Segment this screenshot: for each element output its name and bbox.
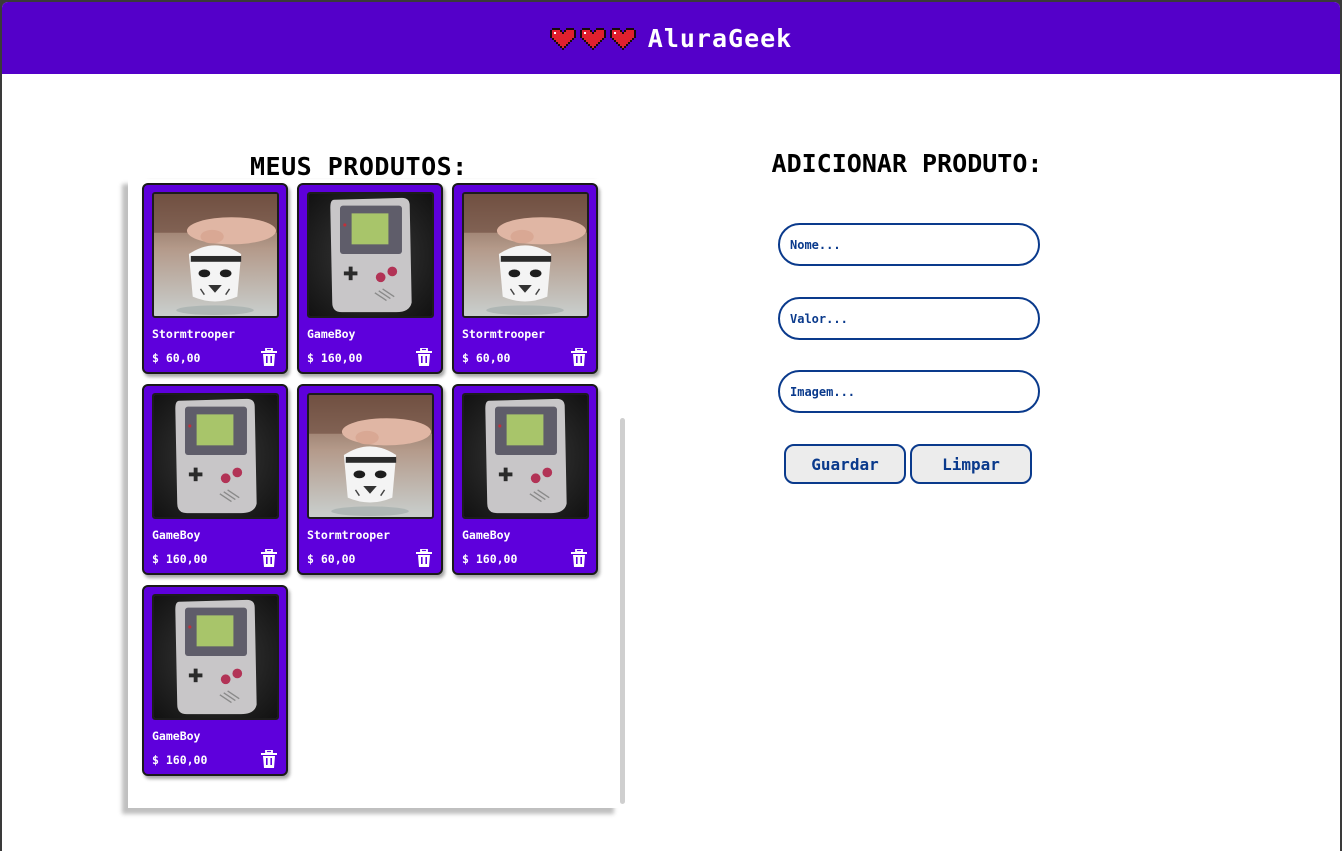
- product-price: $ 160,00: [307, 351, 363, 365]
- gameboy-image: [154, 596, 277, 718]
- pixel-heart-icon: [549, 28, 576, 50]
- product-price: $ 60,00: [307, 552, 356, 566]
- product-card: Stormtrooper $ 60,00: [297, 384, 443, 575]
- trash-icon[interactable]: [416, 549, 432, 567]
- trash-icon[interactable]: [571, 348, 587, 366]
- stormtrooper-mug-image: [154, 194, 277, 316]
- name-input[interactable]: [778, 223, 1040, 266]
- product-name: Stormtrooper: [152, 327, 236, 341]
- product-card: Stormtrooper $ 60,00: [452, 183, 598, 374]
- product-image: [152, 393, 279, 519]
- image-input[interactable]: [778, 370, 1040, 413]
- browser-viewport: AluraGeek MEUS PRODUTOS: Stormtrooper $ …: [2, 2, 1340, 851]
- product-price: $ 160,00: [152, 552, 208, 566]
- product-image: [152, 594, 279, 720]
- stormtrooper-mug-image: [464, 194, 587, 316]
- products-scrollbar[interactable]: [620, 418, 625, 804]
- pixel-heart-icon: [609, 28, 636, 50]
- product-card: GameBoy $ 160,00: [142, 585, 288, 776]
- value-input[interactable]: [778, 297, 1040, 340]
- product-image: [462, 393, 589, 519]
- brand[interactable]: AluraGeek: [549, 23, 793, 53]
- products-section-title: MEUS PRODUTOS:: [250, 152, 468, 181]
- trash-icon[interactable]: [261, 549, 277, 567]
- product-price: $ 160,00: [462, 552, 518, 566]
- product-name: GameBoy: [152, 528, 201, 542]
- clear-button[interactable]: Limpar: [910, 444, 1032, 484]
- pixel-heart-icon: [579, 28, 606, 50]
- product-price: $ 160,00: [152, 753, 208, 767]
- product-image: [152, 192, 279, 318]
- trash-icon[interactable]: [571, 549, 587, 567]
- product-price: $ 60,00: [152, 351, 201, 365]
- save-button[interactable]: Guardar: [784, 444, 906, 484]
- product-name: GameBoy: [152, 729, 201, 743]
- product-image: [307, 393, 434, 519]
- site-header: AluraGeek: [2, 2, 1340, 74]
- product-name: GameBoy: [462, 528, 511, 542]
- product-name: Stormtrooper: [307, 528, 391, 542]
- product-card: GameBoy $ 160,00: [452, 384, 598, 575]
- product-price: $ 60,00: [462, 351, 511, 365]
- trash-icon[interactable]: [261, 348, 277, 366]
- gameboy-image: [309, 194, 432, 316]
- product-card: GameBoy $ 160,00: [142, 384, 288, 575]
- gameboy-image: [154, 395, 277, 517]
- brand-name: AluraGeek: [647, 23, 793, 53]
- stormtrooper-mug-image: [309, 395, 432, 517]
- gameboy-image: [464, 395, 587, 517]
- trash-icon[interactable]: [416, 348, 432, 366]
- products-grid: Stormtrooper $ 60,00 GameBoy $ 160,00 St…: [142, 178, 602, 776]
- trash-icon[interactable]: [261, 750, 277, 768]
- products-list[interactable]: Stormtrooper $ 60,00 GameBoy $ 160,00 St…: [128, 178, 620, 808]
- product-card: Stormtrooper $ 60,00: [142, 183, 288, 374]
- product-image: [462, 192, 589, 318]
- product-card: GameBoy $ 160,00: [297, 183, 443, 374]
- product-name: Stormtrooper: [462, 327, 546, 341]
- product-name: GameBoy: [307, 327, 356, 341]
- form-title: ADICIONAR PRODUTO:: [771, 149, 1043, 178]
- product-image: [307, 192, 434, 318]
